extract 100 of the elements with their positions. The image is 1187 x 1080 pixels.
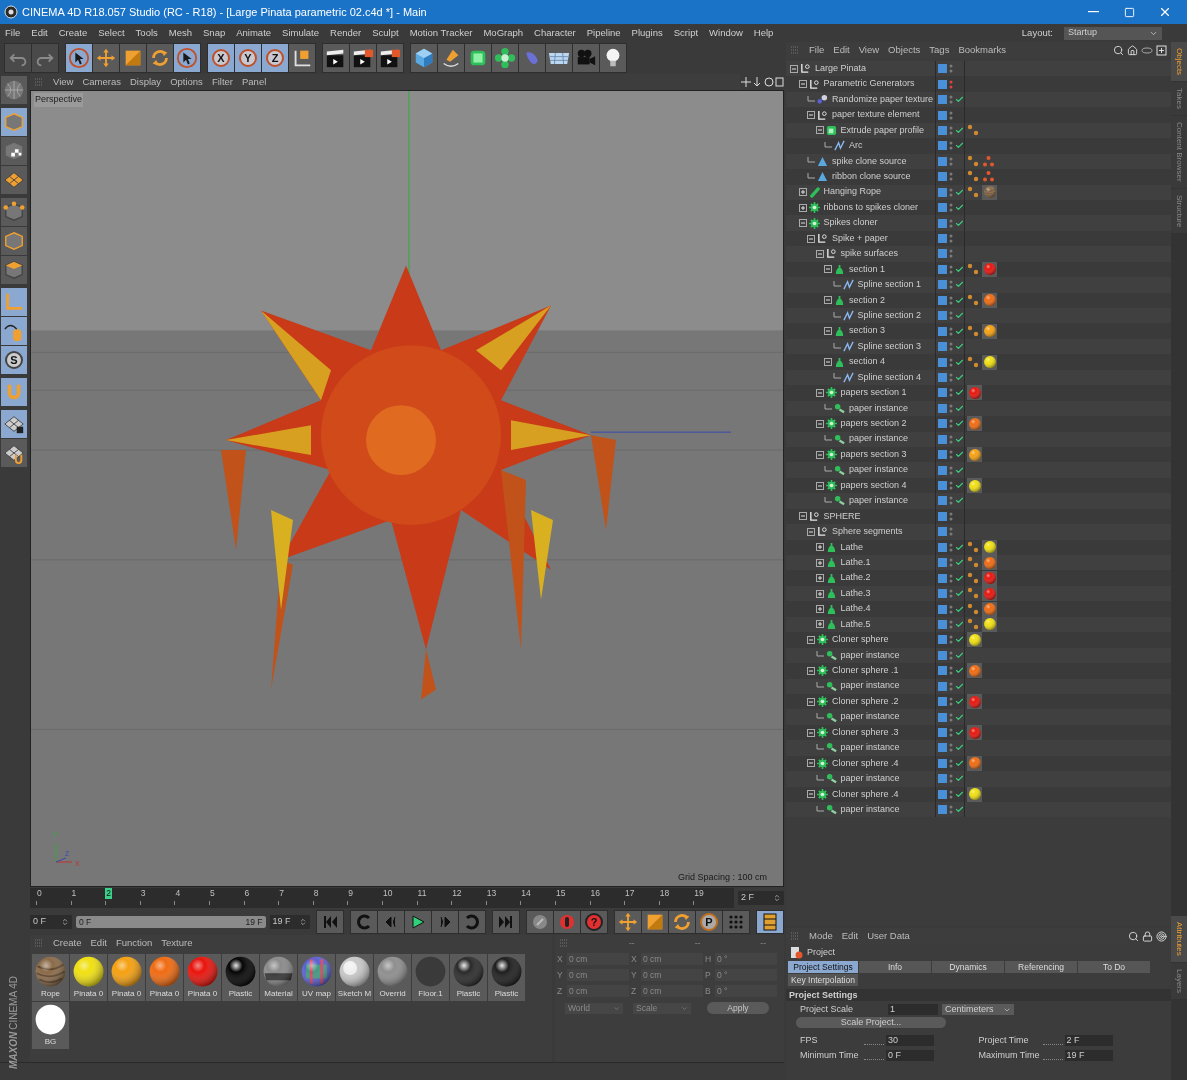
object-menu-item[interactable]: Edit xyxy=(833,42,850,58)
menu-item[interactable]: Script xyxy=(673,25,699,41)
apply-button[interactable]: Apply xyxy=(707,1002,769,1014)
menu-item[interactable]: Snap xyxy=(203,25,226,41)
tool-button[interactable]: Y xyxy=(235,44,261,72)
viewport-menu-item[interactable]: Options xyxy=(170,74,203,90)
object-row[interactable]: paper instance xyxy=(786,802,1171,818)
object-row[interactable]: spike surfaces xyxy=(786,246,1171,262)
material-menu-item[interactable]: Edit xyxy=(90,935,107,951)
material-swatch[interactable]: UV map xyxy=(298,954,335,1001)
tab[interactable]: Info xyxy=(859,961,931,973)
start-frame-field[interactable]: 0 F xyxy=(30,915,73,929)
logo-product: CINEMA 4D xyxy=(7,975,21,1030)
tool-button[interactable]: X xyxy=(208,44,234,72)
scale-field[interactable]: 1 xyxy=(888,1004,938,1015)
unit-dropdown[interactable]: Centimeters xyxy=(942,1004,1014,1015)
object-row[interactable]: paper instance xyxy=(786,709,1171,725)
attribute-menu-item[interactable]: Edit xyxy=(841,928,859,944)
object-row[interactable]: paper instance xyxy=(786,493,1171,509)
material-swatch[interactable]: Pinata 0 xyxy=(184,954,221,1001)
object-row[interactable]: paper instance xyxy=(786,771,1171,787)
menu-item[interactable]: Render xyxy=(330,25,362,41)
object-menu-item[interactable]: Tags xyxy=(929,42,950,58)
material-swatch[interactable]: Pinata 0 xyxy=(108,954,145,1001)
menu-item[interactable]: Pipeline xyxy=(586,25,621,41)
material-swatch[interactable]: BG xyxy=(32,1002,69,1049)
material-swatch[interactable]: Plastic xyxy=(488,954,525,1001)
object-name: section 2 xyxy=(849,293,886,307)
menu-item[interactable]: Simulate xyxy=(282,25,320,41)
material-swatch[interactable]: Overrid xyxy=(374,954,411,1001)
tab[interactable]: Referencing xyxy=(1005,961,1077,973)
object-menu-item[interactable]: Bookmarks xyxy=(958,42,1006,58)
tool-button[interactable]: Z xyxy=(262,44,288,72)
viewport-menu-item[interactable]: Panel xyxy=(242,74,267,90)
object-row[interactable]: Lathe.1 xyxy=(786,555,1171,571)
tool-button[interactable]: ? xyxy=(581,911,607,933)
menu-item[interactable]: Help xyxy=(753,25,774,41)
value-field[interactable]: 30 xyxy=(886,1035,934,1046)
menu-item[interactable]: Mesh xyxy=(168,25,193,41)
axis-label: Z xyxy=(557,984,564,998)
object-menu-item[interactable]: File xyxy=(809,42,825,58)
tool-button[interactable]: S xyxy=(1,346,27,374)
viewport-menu-item[interactable]: Display xyxy=(129,74,162,90)
object-menu-item[interactable]: Objects xyxy=(888,42,921,58)
material-menu-item[interactable]: Function xyxy=(115,935,153,951)
material-swatch[interactable]: Pinata 0 xyxy=(70,954,107,1001)
attribute-menu-item[interactable]: Mode xyxy=(809,928,833,944)
material-swatch[interactable]: Material xyxy=(260,954,297,1001)
menu-item[interactable]: Create xyxy=(58,25,88,41)
scale-project-button[interactable]: Scale Project... xyxy=(796,1017,946,1028)
value-field[interactable]: 2 F xyxy=(1064,1035,1113,1046)
frame-number: 14 xyxy=(520,888,532,899)
layout-dropdown[interactable]: Startup xyxy=(1064,26,1162,40)
menu-item[interactable]: File xyxy=(5,25,21,41)
viewport-menu-item[interactable]: Filter xyxy=(211,74,233,90)
tool-button[interactable]: P xyxy=(696,911,722,933)
menu-item[interactable]: Sculpt xyxy=(372,25,399,41)
material-swatch[interactable]: Plastic xyxy=(450,954,487,1001)
menu-item[interactable]: Tools xyxy=(135,25,158,41)
material-menu-item[interactable]: Texture xyxy=(161,935,193,951)
object-row[interactable]: paper instance xyxy=(786,462,1171,478)
menu-item[interactable]: Character xyxy=(534,25,576,41)
object-row[interactable]: Spikes cloner xyxy=(786,215,1171,231)
current-frame-field[interactable]: 2 F xyxy=(738,891,784,905)
menu-item[interactable]: Select xyxy=(98,25,125,41)
object-name: Arc xyxy=(849,139,863,153)
side-tab[interactable]: Attributes xyxy=(1171,916,1187,962)
object-row[interactable]: Large Pinata xyxy=(786,61,1171,77)
viewport-menu-item[interactable]: Cameras xyxy=(82,74,121,90)
end-frame-field[interactable]: 19 F xyxy=(269,915,310,929)
menu-item[interactable]: Animate xyxy=(236,25,272,41)
field-label: Project Scale xyxy=(800,1002,855,1016)
range-slider[interactable]: 0 F 19 F xyxy=(76,916,266,928)
viewport-menu-item[interactable]: View xyxy=(53,74,74,90)
menu-item[interactable]: Motion Tracker xyxy=(409,25,473,41)
material-swatch[interactable]: Floor.1 xyxy=(412,954,449,1001)
timeline-ruler[interactable]: 0 1 2 3 4 5 6 7 8 9 10 11 12 13 14 15 16 17 18 19 xyxy=(30,888,734,908)
menu-item[interactable]: MoGraph xyxy=(483,25,524,41)
object-row[interactable]: Sphere segments xyxy=(786,524,1171,540)
material-menu-item[interactable]: Create xyxy=(53,935,82,951)
object-row[interactable]: paper instance xyxy=(786,740,1171,756)
tab[interactable]: To Do xyxy=(1078,961,1150,973)
material-swatch[interactable]: Plastic xyxy=(222,954,259,1001)
menu-item[interactable]: Edit xyxy=(31,25,48,41)
value-field[interactable]: 0 F xyxy=(886,1050,934,1061)
object-name: papers section 2 xyxy=(840,417,907,431)
material-swatch[interactable]: Pinata 0 xyxy=(146,954,183,1001)
object-row[interactable]: Spline section 1 xyxy=(786,277,1171,293)
value-field[interactable]: 19 F xyxy=(1064,1050,1113,1061)
tab[interactable]: Key Interpolation xyxy=(788,974,858,986)
side-tab[interactable]: Objects xyxy=(1171,42,1187,82)
material-swatch[interactable]: Sketch M xyxy=(336,954,373,1001)
object-menu-item[interactable]: View xyxy=(858,42,880,58)
attribute-menu-item[interactable]: User Data xyxy=(867,928,910,944)
tab[interactable]: Project Settings xyxy=(788,961,858,973)
tab[interactable]: Dynamics xyxy=(932,961,1004,973)
object-row[interactable]: Spline section 2 xyxy=(786,308,1171,324)
material-swatch[interactable]: Rope xyxy=(32,954,69,1001)
menu-item[interactable]: Plugins xyxy=(631,25,663,41)
menu-item[interactable]: Window xyxy=(709,25,743,41)
